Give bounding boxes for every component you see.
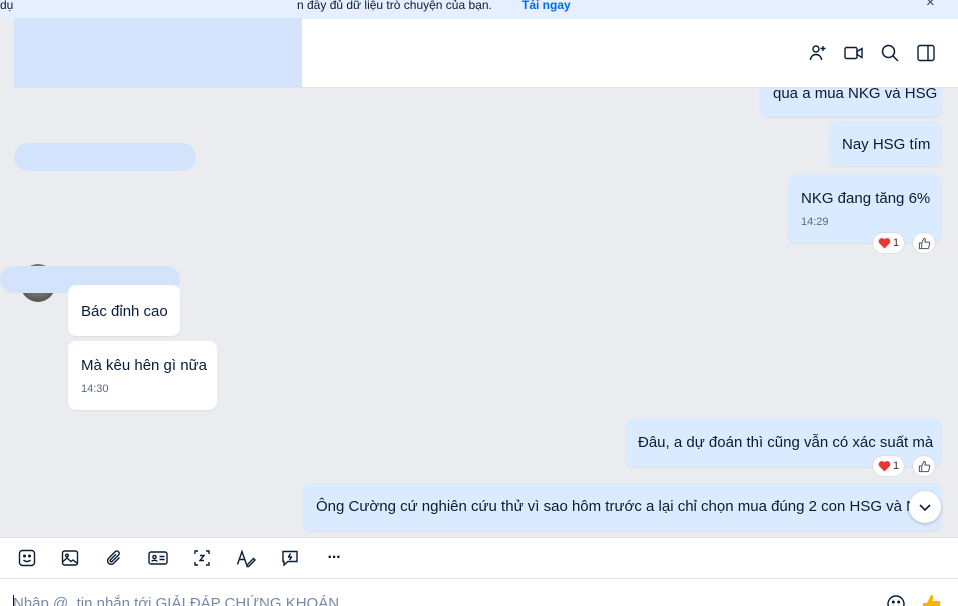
message-composer — [0, 578, 958, 606]
message-bubble[interactable]: Nay HSG tím — [829, 121, 942, 166]
message-text: NKG đang tăng 6% — [801, 190, 931, 207]
reaction-count: 1 — [893, 460, 900, 472]
message-time: 14:30 — [81, 383, 109, 395]
sticker-icon[interactable] — [15, 546, 39, 570]
attachment-icon[interactable] — [102, 546, 126, 570]
conversation-title-redacted — [14, 18, 302, 88]
message-bubble[interactable]: Ông Cường cứ nghiên cứu thử vì sao hôm t… — [303, 483, 942, 531]
conversation-header — [0, 18, 958, 88]
thumbs-up-icon — [918, 460, 930, 472]
banner-download-link[interactable]: Tải ngay — [522, 0, 571, 11]
chevron-down-icon — [919, 504, 931, 512]
composer-toolbar: ··· — [0, 537, 958, 578]
message-time: 14:29 — [801, 216, 829, 228]
message-text: Bác đỉnh cao — [81, 303, 168, 320]
search-icon[interactable] — [878, 41, 902, 65]
heart-icon — [878, 461, 891, 472]
thumbs-up-icon — [918, 237, 930, 249]
quick-like-icon[interactable] — [920, 592, 944, 606]
message-bubble[interactable]: Bác đỉnh cao — [68, 285, 180, 336]
sidebar-toggle-icon[interactable] — [914, 41, 938, 65]
heart-icon — [878, 238, 891, 249]
text-cursor — [13, 595, 14, 606]
scroll-to-bottom-button[interactable] — [909, 491, 941, 523]
text-format-icon[interactable] — [234, 546, 258, 570]
like-reaction-button[interactable] — [913, 233, 935, 253]
message-input[interactable] — [13, 593, 873, 606]
message-text: Nay HSG tím — [842, 136, 931, 153]
contact-card-icon[interactable] — [146, 546, 170, 570]
image-icon[interactable] — [58, 546, 82, 570]
more-icon[interactable]: ··· — [322, 546, 346, 570]
banner-text: n đầy đủ dữ liệu trò chuyện của bạn. — [297, 0, 492, 12]
video-call-icon[interactable] — [842, 41, 866, 65]
banner-close-button[interactable]: × — [926, 0, 935, 10]
emoji-icon[interactable] — [884, 592, 908, 606]
download-banner: dụ n đầy đủ dữ liệu trò chuyện của bạn. … — [0, 0, 958, 19]
quick-message-icon[interactable] — [278, 546, 302, 570]
reaction-count: 1 — [893, 237, 900, 249]
banner-text-left: dụ — [0, 0, 14, 12]
message-bubble[interactable]: Mà kêu hên gì nữa 14:30 — [68, 341, 217, 410]
sender-name-redacted — [14, 143, 196, 171]
header-edge — [0, 19, 14, 88]
screenshot-icon[interactable] — [190, 546, 214, 570]
add-member-icon[interactable] — [806, 41, 830, 65]
like-reaction-button[interactable] — [913, 456, 935, 476]
message-bubble[interactable]: qua a mua NKG và HSG — [760, 88, 942, 117]
message-text: Ông Cường cứ nghiên cứu thử vì sao hôm t… — [316, 498, 917, 515]
message-text: Mà kêu hên gì nữa — [81, 357, 207, 374]
message-list[interactable]: qua a mua NKG và HSG Nay HSG tím NKG đan… — [0, 88, 958, 537]
message-text: Đâu, a dự đoán thì cũng vẫn có xác suất … — [638, 434, 934, 451]
reaction-chip[interactable]: 1 — [873, 456, 905, 476]
reaction-chip[interactable]: 1 — [873, 233, 905, 253]
message-text: qua a mua NKG và HSG — [773, 88, 938, 102]
